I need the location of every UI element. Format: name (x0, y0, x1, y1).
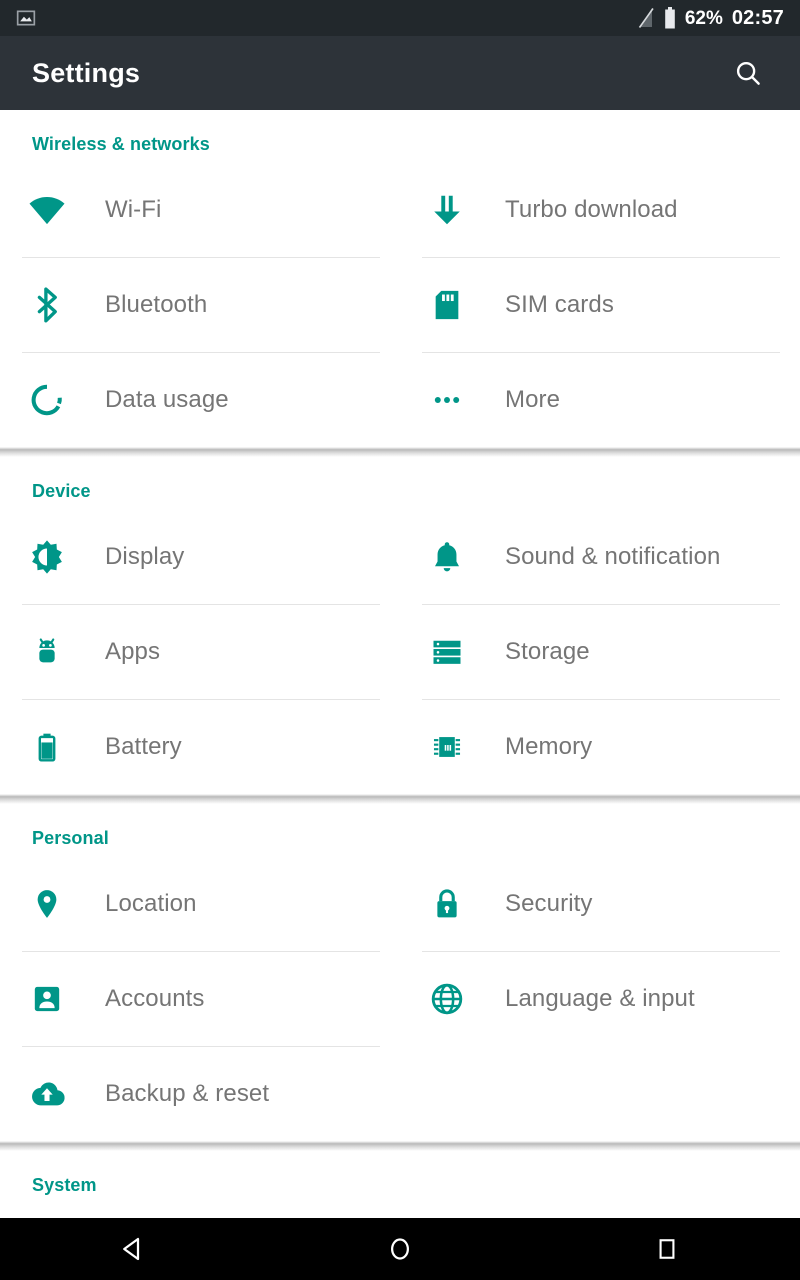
settings-item-display[interactable]: Display (0, 509, 400, 604)
settings-item-label: Turbo download (505, 195, 678, 223)
cloud-upload-icon (22, 1069, 72, 1119)
lock-icon (422, 879, 472, 929)
settings-item-location[interactable]: Location (0, 856, 400, 951)
wifi-icon (22, 185, 72, 235)
download-arrow-icon (422, 185, 472, 235)
section-header-system: System (32, 1175, 97, 1195)
settings-item-storage[interactable]: Storage (400, 604, 800, 699)
no-sim-signal-icon (638, 7, 655, 29)
status-bar-notifications (16, 8, 36, 28)
navigation-bar (0, 1218, 800, 1280)
back-triangle-icon (118, 1234, 148, 1264)
back-button[interactable] (73, 1218, 193, 1280)
android-settings-screen: 62% 02:57 Settings Wireless & networks W… (0, 0, 800, 1280)
page-title: Settings (32, 57, 141, 88)
home-button[interactable] (340, 1218, 460, 1280)
settings-list[interactable]: Wireless & networks Wi-Fi Turbo download… (0, 110, 800, 1240)
bell-icon (422, 532, 472, 582)
settings-item-memory[interactable]: Memory (400, 699, 800, 794)
settings-item-security[interactable]: Security (400, 856, 800, 951)
recents-square-icon (653, 1235, 681, 1263)
data-usage-icon (22, 375, 72, 425)
settings-item-more[interactable]: More (400, 352, 800, 447)
battery-icon (664, 7, 676, 29)
settings-item-label: Accounts (105, 984, 205, 1012)
settings-item-sim-cards[interactable]: SIM cards (400, 257, 800, 352)
location-pin-icon (22, 879, 72, 929)
home-circle-icon (385, 1234, 415, 1264)
settings-item-label: Sound & notification (505, 542, 721, 570)
section-grid-wireless-networks: Wi-Fi Turbo download Bluetooth SIM cards… (0, 162, 800, 447)
settings-item-bluetooth[interactable]: Bluetooth (0, 257, 400, 352)
section-wireless-networks: Wireless & networks Wi-Fi Turbo download… (0, 110, 800, 447)
battery-icon (22, 722, 72, 772)
settings-item-label: Backup & reset (105, 1079, 270, 1107)
section-separator (0, 447, 800, 457)
settings-item-label: Location (105, 889, 197, 917)
section-separator (0, 794, 800, 804)
settings-item-turbo-download[interactable]: Turbo download (400, 162, 800, 257)
settings-item-label: Apps (105, 637, 161, 665)
section-header-wireless-networks: Wireless & networks (32, 134, 210, 154)
settings-item-label: Data usage (105, 385, 229, 413)
app-bar: Settings (0, 36, 800, 110)
recents-button[interactable] (607, 1218, 727, 1280)
settings-item-wifi[interactable]: Wi-Fi (0, 162, 400, 257)
settings-item-label: Wi-Fi (105, 195, 162, 223)
settings-item-backup-reset[interactable]: Backup & reset (0, 1046, 400, 1141)
section-header-device: Device (32, 481, 91, 501)
storage-icon (422, 627, 472, 677)
settings-item-label: Memory (505, 732, 593, 760)
settings-item-label: SIM cards (505, 290, 614, 318)
screenshot-image-icon (16, 8, 36, 28)
android-icon (22, 627, 72, 677)
section-grid-device: Display Sound & notification Apps Storag… (0, 509, 800, 794)
more-dots-icon (422, 375, 472, 425)
clock-label: 02:57 (731, 7, 784, 29)
sim-card-icon (422, 280, 472, 330)
settings-item-label: Battery (105, 732, 182, 760)
status-bar: 62% 02:57 (0, 0, 800, 36)
brightness-icon (22, 532, 72, 582)
settings-item-battery[interactable]: Battery (0, 699, 400, 794)
bluetooth-icon (22, 280, 72, 330)
globe-icon (422, 974, 472, 1024)
account-box-icon (22, 974, 72, 1024)
settings-item-label: Language & input (505, 984, 695, 1012)
settings-item-language-input[interactable]: Language & input (400, 951, 800, 1046)
section-separator (0, 1141, 800, 1151)
settings-item-label: Storage (505, 637, 590, 665)
memory-chip-icon (422, 722, 472, 772)
section-header-personal: Personal (32, 828, 109, 848)
section-system: System (0, 1151, 800, 1203)
settings-item-label: More (505, 385, 561, 413)
section-device: Device Display Sound & notification Apps… (0, 457, 800, 794)
settings-item-data-usage[interactable]: Data usage (0, 352, 400, 447)
settings-item-label: Security (505, 889, 593, 917)
settings-item-sound-notification[interactable]: Sound & notification (400, 509, 800, 604)
settings-item-label: Display (105, 542, 185, 570)
search-button[interactable] (722, 47, 774, 99)
search-icon (733, 58, 763, 88)
battery-percent-label: 62% (684, 7, 723, 29)
settings-item-label: Bluetooth (105, 290, 208, 318)
settings-item-apps[interactable]: Apps (0, 604, 400, 699)
status-bar-indicators: 62% 02:57 (638, 7, 784, 29)
settings-item-accounts[interactable]: Accounts (0, 951, 400, 1046)
section-personal: Personal Location Security Accounts Lang… (0, 804, 800, 1141)
section-grid-personal: Location Security Accounts Language & in… (0, 856, 800, 1141)
